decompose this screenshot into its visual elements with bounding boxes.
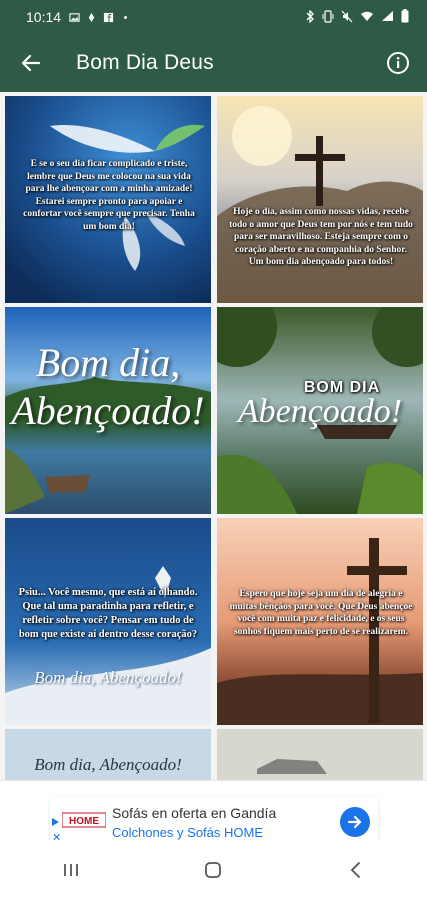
home-logo-icon: HOME: [62, 812, 106, 828]
status-time: 10:14: [26, 9, 62, 25]
image-tile[interactable]: Psiu... Você mesmo, que está aí olhando.…: [5, 518, 211, 725]
vibrate-icon: [322, 9, 334, 23]
image-grid: E se o seu dia ficar complicado e triste…: [0, 92, 427, 780]
image-tile[interactable]: Bom dia, Abençoado!: [5, 729, 211, 780]
image-tile[interactable]: BOM DIA Abençoado!: [217, 307, 423, 514]
bluetooth-icon: [306, 9, 314, 23]
tile-signature: Bom dia, Abençoado!: [34, 668, 182, 687]
tile-caption: Espero que hoje seja um dia de alegria e…: [229, 589, 413, 637]
system-nav-bar: [0, 840, 427, 900]
image-tile[interactable]: E se o seu dia ficar complicado e triste…: [5, 96, 211, 303]
signal-icon: [382, 11, 393, 21]
ad-choices-icon[interactable]: [52, 818, 59, 826]
ad-banner: ✕ HOME Sofás en oferta en Gandía Colchon…: [0, 780, 427, 847]
home-icon: [205, 862, 222, 878]
status-right-icons: [305, 9, 409, 23]
ad-subtitle: Colchones y Sofás HOME: [112, 825, 264, 840]
fb-icon: [103, 12, 114, 22]
status-bar: 10:14: [0, 0, 427, 34]
tile-title-line2: Abençoado!: [11, 388, 205, 433]
tile-signature: Bom dia, Abençoado!: [34, 755, 182, 774]
image-tile[interactable]: Espero que hoje seja um dia de alegria e…: [217, 518, 423, 725]
recents-icon: [64, 864, 79, 876]
wifi-icon: [361, 11, 373, 21]
tile-title-line1: Bom dia,: [35, 340, 181, 385]
info-button[interactable]: [383, 48, 413, 78]
tile-caption: E se o seu dia ficar complicado e triste…: [23, 159, 195, 232]
nav-back-button[interactable]: [336, 850, 376, 890]
notification-icon: [88, 12, 95, 22]
ad-brand: HOME: [69, 816, 99, 827]
back-chevron-icon: [350, 862, 360, 878]
arrow-right-icon: [347, 815, 362, 829]
info-icon: [387, 52, 409, 74]
image-tile[interactable]: [217, 729, 423, 780]
tile-image-light-sky: [217, 729, 423, 780]
gallery-icon: [69, 12, 80, 22]
tile-image-cross-sunrise: [217, 96, 423, 303]
battery-icon: [401, 9, 409, 23]
ad-open-button[interactable]: [340, 807, 370, 837]
page-title: Bom Dia Deus: [76, 51, 214, 74]
arrow-left-icon: [21, 54, 41, 72]
tile-title-line2: Abençoado!: [237, 393, 403, 430]
back-button[interactable]: [16, 48, 46, 78]
tile-caption: Psiu... Você mesmo, que está aí olhando.…: [18, 587, 198, 640]
home-button[interactable]: [193, 850, 233, 890]
dot-icon: [124, 15, 128, 19]
recents-button[interactable]: [51, 850, 91, 890]
status-left-icons: [69, 12, 131, 23]
image-tile[interactable]: Hoje o dia, assim como nossas vidas, rec…: [217, 96, 423, 303]
image-tile[interactable]: Bom dia, Abençoado!: [5, 307, 211, 514]
tile-caption: Hoje o dia, assim como nossas vidas, rec…: [229, 207, 413, 268]
ad-title: Sofás en oferta en Gandía: [112, 805, 277, 821]
app-bar: Bom Dia Deus: [0, 34, 427, 92]
mute-icon: [341, 10, 353, 22]
